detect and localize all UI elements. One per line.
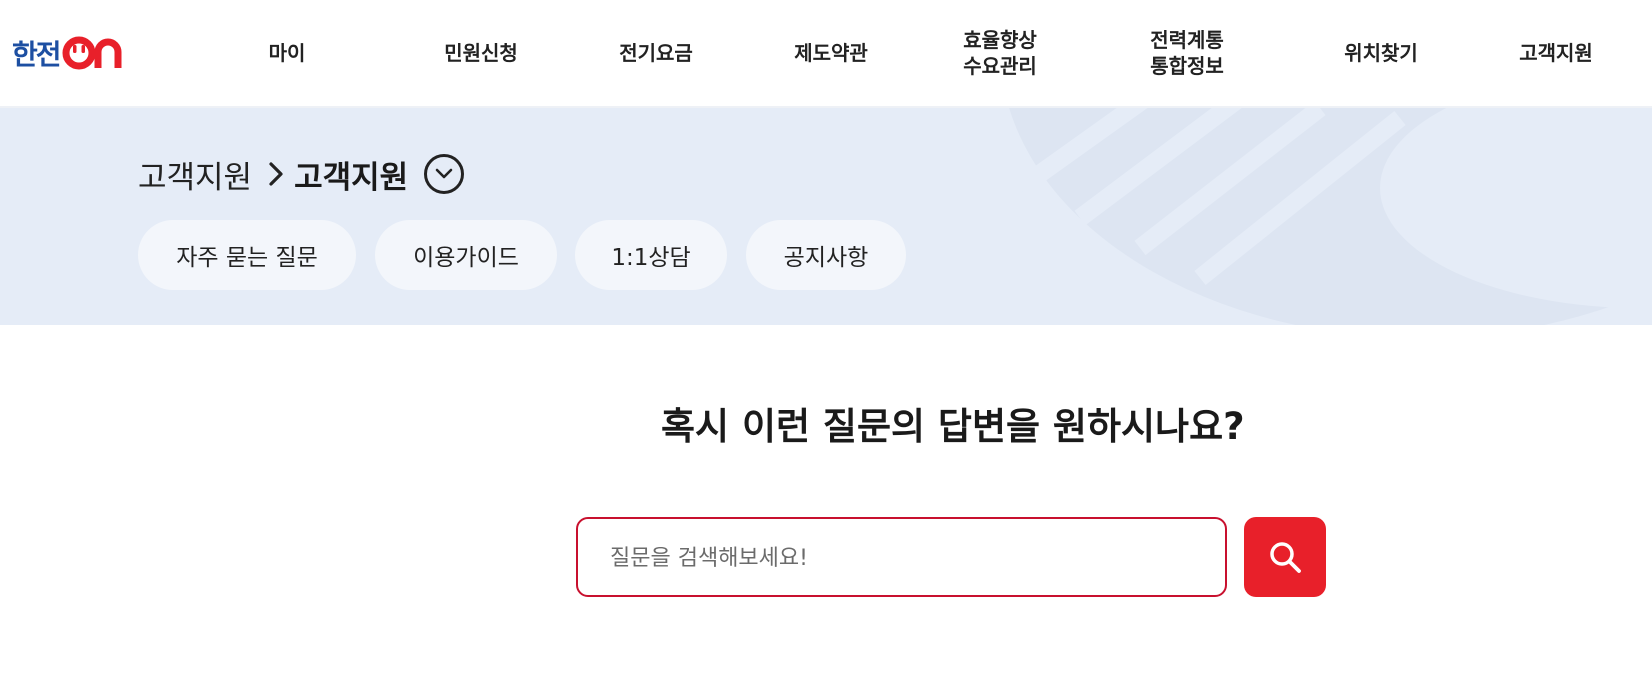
breadcrumb-current: 고객지원 [294, 159, 409, 196]
breadcrumb-root[interactable]: 고객지원 [138, 152, 252, 197]
search-box [576, 517, 1227, 597]
nav-item-label: 효율향상 [963, 28, 1037, 52]
site-header: 한전 마이 민원신청 전기요금 제도약관 효율향상 수요관리 전력계통 통합정보… [0, 0, 1652, 108]
logo[interactable]: 한전 [12, 36, 124, 71]
tab-label: 이용가이드 [413, 245, 519, 271]
nav-item-label: 마이 [268, 41, 306, 65]
tab-guide[interactable]: 이용가이드 [375, 220, 557, 290]
nav-item-my[interactable]: 마이 [269, 0, 306, 106]
tab-notice[interactable]: 공지사항 [746, 220, 906, 290]
search-icon [1270, 542, 1301, 573]
nav-item-location[interactable]: 위치찾기 [1344, 0, 1418, 106]
nav-item-terms[interactable]: 제도약관 [794, 0, 868, 106]
chevron-right-icon [268, 161, 284, 187]
tab-faq[interactable]: 자주 묻는 질문 [138, 220, 356, 290]
nav-item-support[interactable]: 고객지원 [1519, 0, 1593, 106]
search-input[interactable] [608, 519, 1202, 597]
logo-on-mark [62, 36, 124, 70]
nav-item-efficiency[interactable]: 효율향상 수요관리 [963, 0, 1037, 106]
search-button[interactable] [1244, 517, 1326, 597]
sub-header-banner: 고객지원 고객지원 자주 묻는 질문 이용가이드 1:1상담 공지사항 [0, 108, 1652, 325]
banner-decoration [1009, 108, 1652, 325]
nav-item-grid-info[interactable]: 전력계통 통합정보 [1150, 0, 1224, 106]
logo-text: 한전 [12, 38, 62, 71]
breadcrumb: 고객지원 고객지원 [138, 149, 465, 199]
nav-item-label: 민원신청 [444, 41, 518, 65]
nav-item-complaint[interactable]: 민원신청 [444, 0, 518, 106]
nav-item-label: 수요관리 [963, 54, 1037, 78]
tab-label: 자주 묻는 질문 [176, 245, 318, 271]
tab-label: 공지사항 [783, 245, 869, 271]
nav-item-label: 고객지원 [1519, 41, 1593, 65]
nav-item-label: 제도약관 [794, 41, 868, 65]
nav-item-label: 전기요금 [619, 41, 693, 65]
page-question-title: 혹시 이런 질문의 답변을 원하시나요? [661, 405, 1245, 448]
tab-label: 1:1상담 [611, 245, 691, 271]
nav-item-label: 위치찾기 [1344, 41, 1418, 65]
tab-consult[interactable]: 1:1상담 [575, 220, 727, 290]
nav-item-label: 통합정보 [1150, 54, 1224, 78]
nav-item-billing[interactable]: 전기요금 [619, 0, 693, 106]
nav-item-label: 전력계통 [1150, 28, 1224, 52]
chevron-down-circle-icon[interactable] [424, 154, 465, 194]
